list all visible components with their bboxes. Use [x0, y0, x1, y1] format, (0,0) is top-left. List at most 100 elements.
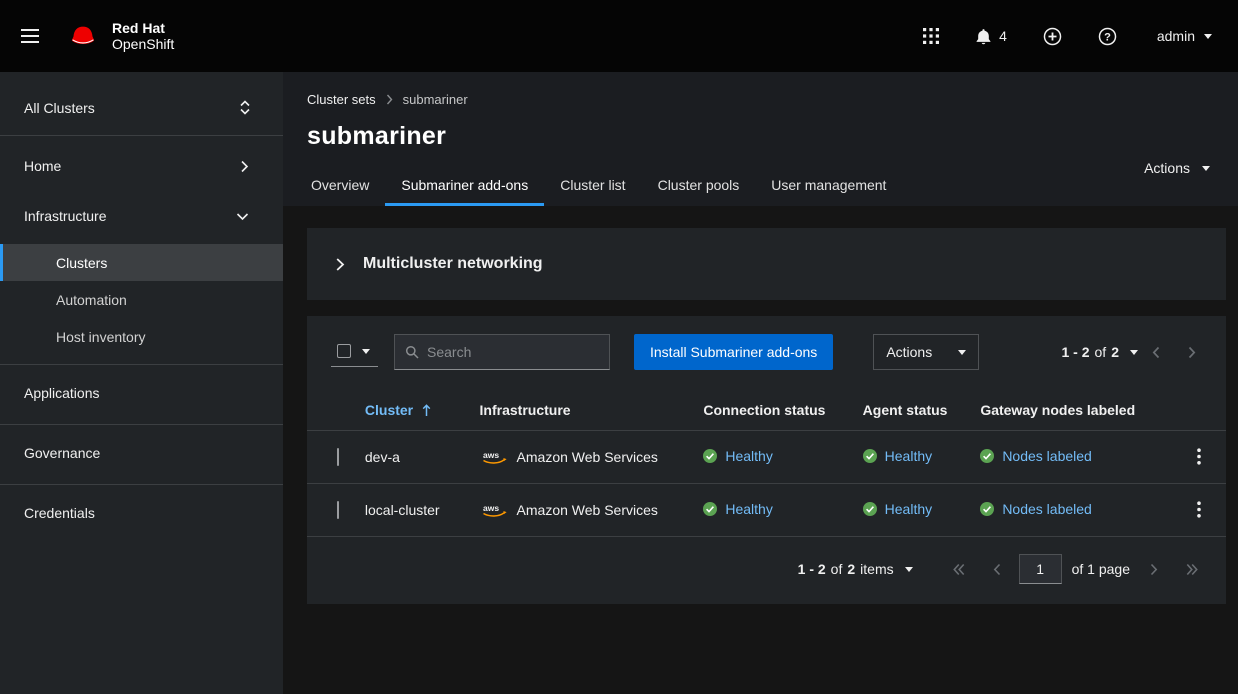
connection-status-cell: Healthy	[695, 484, 854, 537]
previous-page-button[interactable]	[979, 557, 1015, 582]
pagination-top-summary[interactable]: 1 - 2 of 2	[1062, 344, 1139, 360]
tabs: Overview Submariner add-ons Cluster list…	[295, 167, 1226, 206]
next-page-button[interactable]	[1136, 557, 1172, 582]
kebab-icon	[1197, 501, 1201, 518]
infrastructure-label: Amazon Web Services	[517, 449, 658, 465]
current-page-input[interactable]	[1019, 554, 1062, 584]
column-header-agent-status: Agent status	[855, 388, 973, 431]
user-menu[interactable]: admin	[1157, 28, 1212, 44]
sidebar-item-home[interactable]: Home	[0, 144, 283, 188]
sort-arrow-up-icon	[422, 404, 431, 417]
infrastructure-cell: aws Amazon Web Services	[472, 431, 696, 484]
table-actions-label: Actions	[886, 344, 932, 360]
first-page-button[interactable]	[939, 557, 979, 582]
infrastructure-cell: aws Amazon Web Services	[472, 484, 696, 537]
gateway-status-label: Nodes labeled	[1002, 501, 1092, 517]
sidebar-item-clusters[interactable]: Clusters	[0, 244, 283, 281]
connection-status-link[interactable]: Healthy	[703, 448, 772, 464]
tab-submariner-add-ons[interactable]: Submariner add-ons	[385, 167, 544, 206]
page-actions-dropdown[interactable]: Actions	[1144, 160, 1210, 176]
agent-status-cell: Healthy	[855, 484, 973, 537]
sidebar-item-credentials[interactable]: Credentials	[0, 491, 283, 535]
sidebar-item-infrastructure[interactable]: Infrastructure	[0, 194, 283, 238]
svg-text:aws: aws	[483, 450, 499, 460]
connection-status-link[interactable]: Healthy	[703, 501, 772, 517]
page-context-label: of 1 page	[1072, 561, 1130, 577]
sidebar-item-applications-label: Applications	[24, 385, 100, 401]
caret-down-icon	[905, 567, 913, 572]
table-header-row: Cluster Infrastructure Connection status…	[307, 388, 1226, 431]
aws-icon: aws	[480, 448, 508, 466]
header-kebab-cell	[1171, 388, 1226, 431]
agent-status-link[interactable]: Healthy	[863, 501, 932, 517]
expand-chevron-right-icon	[335, 257, 345, 272]
caret-down-icon	[1204, 34, 1212, 39]
tab-cluster-pools[interactable]: Cluster pools	[642, 167, 756, 206]
multicluster-networking-card[interactable]: Multicluster networking	[307, 228, 1226, 300]
sidebar-item-governance-label: Governance	[24, 445, 100, 461]
pagination-range: 1 - 2	[798, 561, 826, 577]
brand-name-line1: Red Hat	[112, 20, 174, 36]
breadcrumb-current: submariner	[403, 92, 468, 107]
sidebar-item-host-inventory[interactable]: Host inventory	[0, 318, 283, 355]
help-button[interactable]: ?	[1098, 27, 1117, 46]
check-circle-icon	[863, 502, 877, 516]
cluster-switcher[interactable]: All Clusters	[0, 80, 283, 136]
gateway-status-label: Nodes labeled	[1002, 448, 1092, 464]
notifications-button[interactable]: 4	[975, 28, 1007, 45]
question-circle-icon: ?	[1098, 27, 1117, 46]
sort-by-cluster-button[interactable]: Cluster	[365, 402, 431, 418]
cluster-name-cell: local-cluster	[357, 484, 472, 537]
row-kebab-menu[interactable]	[1189, 446, 1209, 467]
agent-status-label: Healthy	[885, 448, 932, 464]
kebab-icon	[1197, 448, 1201, 465]
brand-logo[interactable]: Red Hat OpenShift	[64, 20, 174, 52]
column-cluster-label: Cluster	[365, 402, 413, 418]
search-icon	[405, 345, 419, 359]
row-kebab-cell	[1171, 431, 1226, 484]
create-button[interactable]	[1043, 27, 1062, 46]
sidebar: All Clusters Home Infrastructure	[0, 72, 283, 694]
check-circle-icon	[703, 502, 717, 516]
bulk-select-checkbox[interactable]	[337, 344, 351, 358]
column-header-connection-status: Connection status	[695, 388, 854, 431]
search-input[interactable]	[427, 344, 599, 360]
sidebar-item-home-label: Home	[24, 158, 61, 174]
sidebar-item-applications[interactable]: Applications	[0, 371, 283, 415]
nav-toggle-button[interactable]	[10, 16, 50, 56]
pagination-range: 1 - 2	[1062, 344, 1090, 360]
gateway-status-link[interactable]: Nodes labeled	[980, 501, 1092, 517]
gateway-status-cell: Nodes labeled	[972, 484, 1171, 537]
row-checkbox[interactable]	[337, 448, 339, 466]
row-checkbox-cell	[307, 431, 357, 484]
tab-overview[interactable]: Overview	[295, 167, 385, 206]
sidebar-item-governance[interactable]: Governance	[0, 431, 283, 475]
pagination-of-label: of	[831, 561, 843, 577]
sidebar-item-automation[interactable]: Automation	[0, 281, 283, 318]
app-launcher-button[interactable]	[923, 28, 939, 44]
brand-text: Red Hat OpenShift	[112, 20, 174, 52]
main-area: Cluster sets submariner submariner Actio…	[283, 72, 1238, 694]
row-kebab-menu[interactable]	[1189, 499, 1209, 520]
agent-status-label: Healthy	[885, 501, 932, 517]
table-actions-dropdown[interactable]: Actions	[873, 334, 979, 370]
sidebar-item-infrastructure-label: Infrastructure	[24, 208, 106, 224]
breadcrumb-cluster-sets[interactable]: Cluster sets	[307, 92, 376, 107]
agent-status-link[interactable]: Healthy	[863, 448, 932, 464]
cluster-name-cell: dev-a	[357, 431, 472, 484]
nav-divider	[0, 424, 283, 425]
bulk-select-dropdown[interactable]	[331, 337, 378, 367]
pagination-bottom-summary[interactable]: 1 - 2 of 2 items	[798, 561, 913, 577]
last-page-button[interactable]	[1172, 557, 1212, 582]
tab-cluster-list[interactable]: Cluster list	[544, 167, 641, 206]
sidebar-infrastructure-submenu: Clusters Automation Host inventory	[0, 244, 283, 355]
pagination-total: 2	[1111, 344, 1119, 360]
pagination-prev-button[interactable]	[1138, 340, 1174, 365]
pagination-next-button[interactable]	[1174, 340, 1210, 365]
search-box	[394, 334, 610, 370]
gateway-status-link[interactable]: Nodes labeled	[980, 448, 1092, 464]
install-submariner-button[interactable]: Install Submariner add-ons	[634, 334, 833, 370]
tab-user-management[interactable]: User management	[755, 167, 902, 206]
page-content: Multicluster networking	[283, 206, 1238, 694]
row-checkbox[interactable]	[337, 501, 339, 519]
